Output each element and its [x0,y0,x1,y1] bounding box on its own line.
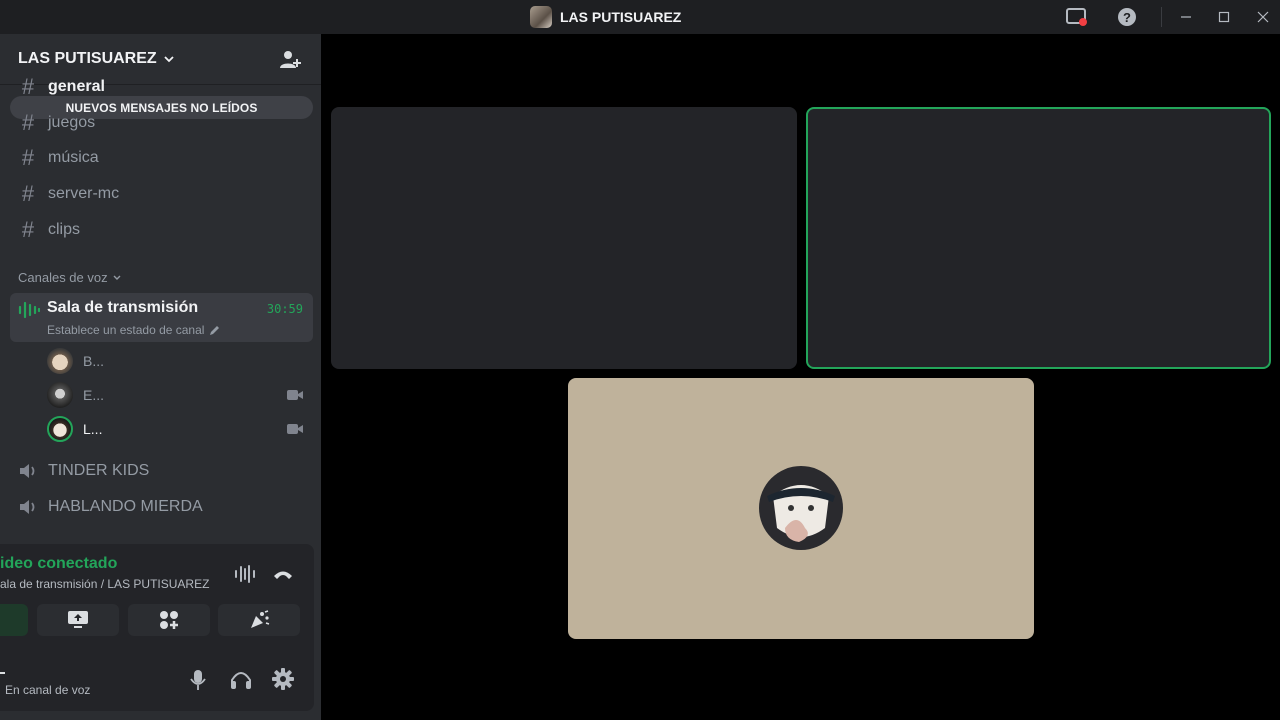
avatar [47,348,73,374]
video-button[interactable] [0,604,28,636]
active-voice-channel[interactable]: Sala de transmisión 30:59 Establece un e… [10,293,313,342]
activities-icon [160,611,178,629]
status-placeholder: Establece un estado de canal [47,323,205,337]
settings-gear-icon[interactable] [272,668,294,690]
voice-user[interactable]: L... [47,415,307,443]
hashtag-icon: # [21,110,35,135]
avatar [47,416,73,442]
svg-text:?: ? [1123,10,1131,25]
voice-activity-icon [18,301,40,319]
noise-suppression-icon[interactable] [234,564,256,584]
voice-user-name: E... [83,387,105,403]
server-thumbnail [530,6,552,28]
chevron-down-icon [164,56,174,63]
soundboard-icon [251,610,270,628]
titlebar-divider [1161,7,1162,27]
inbox-icon[interactable] [1066,6,1088,28]
voice-connection-panel: ideo conectado ala de transmisión / LAS … [0,544,314,711]
channel-label: HABLANDO MIERDA [48,498,203,515]
channel-label: general [48,78,105,95]
channel-musica[interactable]: # música [18,143,99,173]
video-tile[interactable] [331,107,797,369]
user-name-fragment [0,672,5,674]
video-tile-avatar[interactable] [568,378,1034,639]
channel-sidebar: LAS PUTISUAREZ # general NUEVOS MENSAJES… [0,34,321,720]
activities-button[interactable] [128,604,210,636]
voice-channel-name: Sala de transmisión [47,299,199,316]
channel-status-setter[interactable]: Establece un estado de canal [47,323,220,337]
voice-category[interactable]: Canales de voz [18,270,122,285]
speaker-icon [20,464,35,478]
share-screen-button[interactable] [37,604,119,636]
channel-juegos[interactable]: # juegos [18,108,95,138]
window-title-group: LAS PUTISUAREZ [530,6,681,28]
soundboard-button[interactable] [218,604,300,636]
hashtag-icon: # [21,181,35,206]
category-label: Canales de voz [18,270,108,285]
title-bar: LAS PUTISUAREZ ? [0,0,1280,34]
camera-icon [287,390,303,400]
channel-server-mc[interactable]: # server-mc [18,179,119,209]
avatar [47,382,73,408]
headphones-icon[interactable] [230,670,252,690]
channel-clips[interactable]: # clips [18,215,80,245]
connection-status[interactable]: ideo conectado [0,555,117,573]
voice-user-name: L... [83,421,103,437]
close-icon[interactable] [1252,6,1274,28]
hashtag-icon: # [21,217,35,242]
screen-share-icon [68,611,88,628]
voice-timer: 30:59 [266,302,303,316]
connection-location[interactable]: ala de transmisión / LAS PUTISUAREZ [0,577,209,591]
microphone-icon[interactable] [190,669,206,691]
window-title: LAS PUTISUAREZ [560,9,682,25]
video-tile-speaking[interactable] [806,107,1271,369]
voice-user[interactable]: E... [47,381,307,409]
channel-label: TINDER KIDS [48,462,150,479]
hashtag-icon: # [21,145,35,170]
minimize-icon[interactable] [1175,6,1197,28]
voice-user-name: B... [83,353,105,369]
speaker-icon [20,500,35,514]
user-status: En canal de voz [5,683,91,697]
voice-channel-hablando-mierda[interactable]: HABLANDO MIERDA [18,492,203,522]
help-icon[interactable]: ? [1116,6,1138,28]
voice-channel-tinder-kids[interactable]: TINDER KIDS [18,456,149,486]
avatar [759,466,843,550]
chevron-down-icon [113,275,121,280]
channel-label: juegos [48,114,96,131]
camera-icon [287,424,303,434]
server-name: LAS PUTISUAREZ [18,50,157,67]
pencil-icon [210,325,220,335]
channel-label: clips [48,221,81,238]
channel-label: server-mc [48,185,120,202]
voice-user[interactable]: B... [47,347,307,375]
disconnect-icon[interactable] [272,566,294,582]
maximize-icon[interactable] [1213,6,1235,28]
add-member-icon[interactable] [279,49,301,71]
channel-label: música [48,149,99,166]
